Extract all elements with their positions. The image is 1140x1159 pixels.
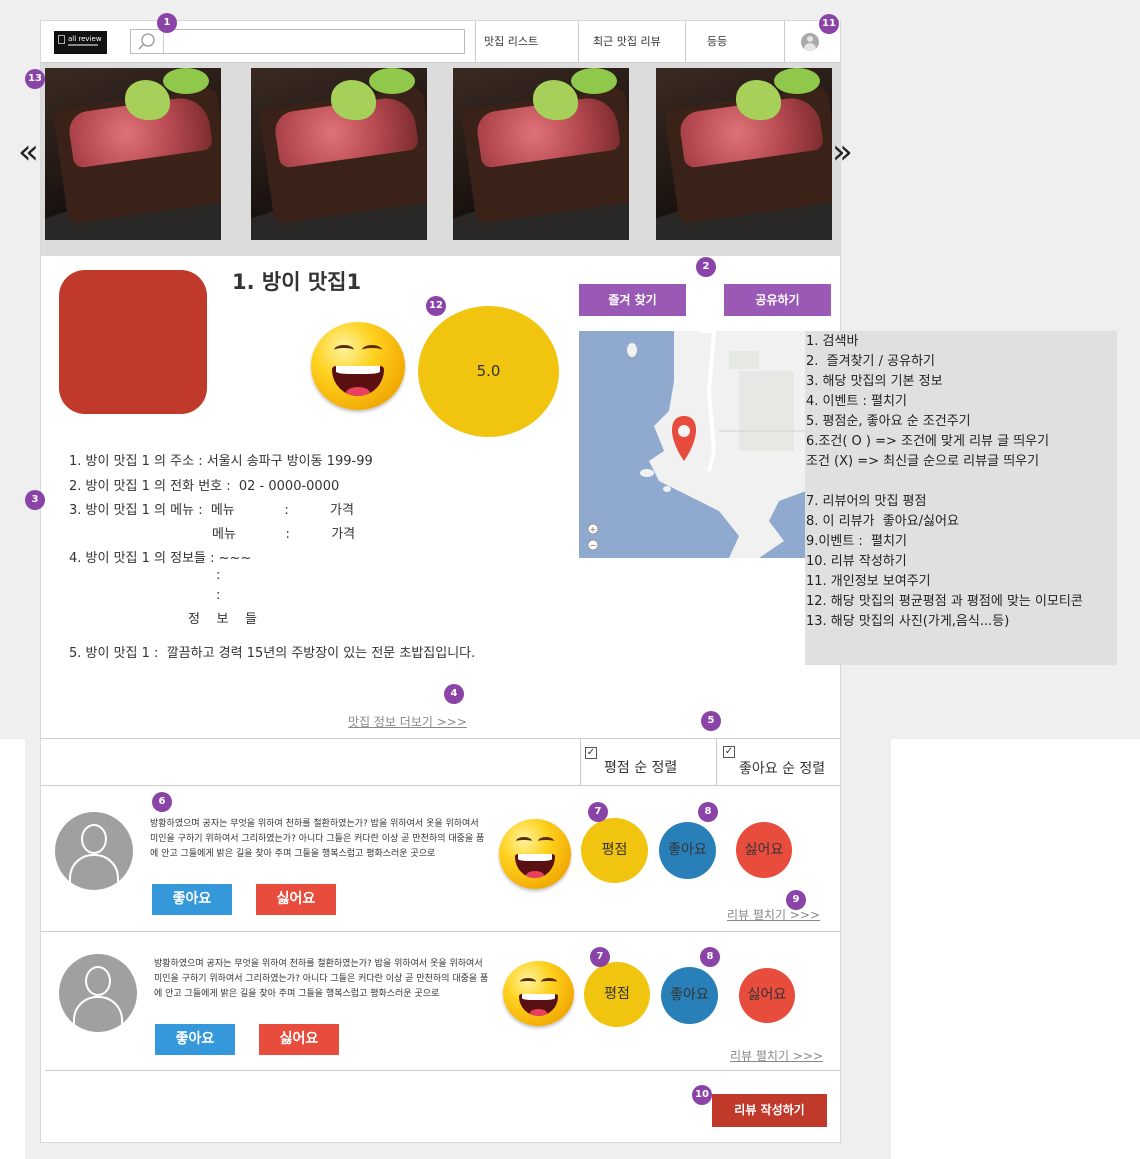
info-details-dots: : bbox=[216, 568, 221, 583]
review-dislike-circle: 싫어요 bbox=[736, 822, 792, 878]
info-description: 5. 방이 맛집 1 : 깔끔하고 경력 15년의 주방장이 있는 전문 초밥집… bbox=[69, 646, 476, 661]
svg-text:+: + bbox=[590, 525, 597, 534]
annotation-badge: 5 bbox=[701, 711, 721, 731]
restaurant-photo[interactable] bbox=[45, 68, 221, 240]
annotation-badge: 6 bbox=[152, 792, 172, 812]
sort-bar-bottom-divider bbox=[41, 785, 840, 786]
info-menu: 3. 방이 맛집 1 의 메뉴 : 메뉴 : 가격 bbox=[69, 503, 354, 518]
review-divider bbox=[45, 1070, 840, 1071]
svg-text:−: − bbox=[590, 541, 597, 550]
reviewer-avatar bbox=[59, 954, 137, 1032]
review-expand-link[interactable]: 리뷰 펼치기 >>> bbox=[727, 906, 820, 923]
nav-etc[interactable]: 등등 bbox=[685, 21, 784, 62]
review-expand-link[interactable]: 리뷰 펼치기 >>> bbox=[730, 1047, 823, 1064]
note-line: 10. 리뷰 작성하기 bbox=[806, 554, 907, 569]
average-score-circle: 5.0 bbox=[418, 306, 559, 437]
note-line: 13. 해당 맛집의 사진(가게,음식...등) bbox=[806, 614, 1010, 629]
annotation-badge: 3 bbox=[25, 490, 45, 510]
info-menu-row: 메뉴 : 가격 bbox=[212, 527, 356, 542]
annotation-badge: 2 bbox=[696, 257, 716, 277]
note-line: 2. 즐겨찾기 / 공유하기 bbox=[806, 354, 935, 369]
search-icon[interactable] bbox=[131, 30, 164, 53]
review-rating-circle: 평점 bbox=[581, 818, 648, 883]
gallery-prev-arrow-icon[interactable]: « bbox=[18, 132, 39, 172]
sort-divider bbox=[716, 739, 717, 785]
review-text: 방황하였으며 공자는 무엇을 위하여 천하를 철환하였는가? 밥을 위하여서 옷… bbox=[154, 959, 489, 999]
review-like-circle: 좋아요 bbox=[659, 822, 716, 879]
annotation-badge: 8 bbox=[698, 802, 718, 822]
sort-rating-checkbox[interactable]: ✓ bbox=[585, 747, 597, 759]
note-line: 7. 리뷰어의 맛집 평점 bbox=[806, 494, 927, 509]
annotation-badge: 1 bbox=[157, 13, 177, 33]
sort-likes-label[interactable]: 좋아요 순 정렬 bbox=[739, 758, 825, 778]
annotation-badge: 7 bbox=[588, 802, 608, 822]
review-rating-circle: 평점 bbox=[584, 962, 650, 1027]
review-dislike-circle: 싫어요 bbox=[739, 968, 795, 1023]
info-phone: 2. 방이 맛집 1 의 전화 번호 : 02 - 0000-0000 bbox=[69, 479, 340, 494]
info-details: 4. 방이 맛집 1 의 정보들 : ~~~ bbox=[69, 551, 252, 566]
sort-rating-label[interactable]: 평점 순 정렬 bbox=[604, 757, 677, 777]
smiley-icon bbox=[499, 819, 571, 889]
share-button[interactable]: 공유하기 bbox=[724, 284, 831, 316]
annotation-badge: 13 bbox=[25, 69, 45, 89]
note-line: 1. 검색바 bbox=[806, 334, 859, 349]
logo-subline bbox=[68, 44, 98, 46]
nav-restaurant-list[interactable]: 맛집 리스트 bbox=[475, 21, 578, 62]
note-line: 5. 평점순, 좋아요 순 조건주기 bbox=[806, 414, 971, 429]
sort-divider bbox=[580, 739, 581, 785]
restaurant-photo[interactable] bbox=[453, 68, 629, 240]
smiley-icon bbox=[311, 322, 405, 410]
note-line: 8. 이 리뷰가 좋아요/싫어요 bbox=[806, 514, 959, 529]
annotation-badge: 11 bbox=[819, 14, 839, 34]
annotation-badge: 7 bbox=[590, 947, 610, 967]
reviewer-avatar bbox=[55, 812, 133, 890]
annotation-badge: 12 bbox=[426, 296, 446, 316]
more-info-link[interactable]: 맛집 정보 더보기 >>> bbox=[348, 713, 467, 730]
review-text: 방황하였으며 공자는 무엇을 위하여 천하를 철환하였는가? 밥을 위하여서 옷… bbox=[150, 819, 485, 859]
logo-mark-icon bbox=[58, 35, 65, 44]
restaurant-photo[interactable] bbox=[251, 68, 427, 240]
note-line: 조건 (X) => 최신글 순으로 리뷰글 띄우기 bbox=[806, 454, 1040, 469]
restaurant-title: 1. 방이 맛집1 bbox=[232, 270, 362, 294]
review-divider bbox=[41, 931, 840, 932]
annotation-badge: 8 bbox=[700, 947, 720, 967]
smiley-icon bbox=[503, 961, 574, 1026]
review-dislike-button[interactable]: 싫어요 bbox=[256, 884, 336, 915]
favorite-button[interactable]: 즐겨 찾기 bbox=[579, 284, 686, 316]
restaurant-thumbnail bbox=[59, 270, 207, 414]
note-line: 3. 해당 맛집의 기본 정보 bbox=[806, 374, 943, 389]
review-like-button[interactable]: 좋아요 bbox=[155, 1024, 235, 1055]
info-details-dots: : bbox=[216, 588, 221, 603]
annotation-badge: 10 bbox=[692, 1085, 712, 1105]
info-details-label: 정 보 들 bbox=[188, 612, 257, 627]
search-bar bbox=[130, 29, 465, 54]
annotation-badge: 4 bbox=[444, 684, 464, 704]
annotation-notes: 1. 검색바 2. 즐겨찾기 / 공유하기 3. 해당 맛집의 기본 정보 4.… bbox=[805, 331, 1117, 665]
write-review-button[interactable]: 리뷰 작성하기 bbox=[712, 1094, 827, 1127]
note-line: 9.이벤트 : 펼치기 bbox=[806, 534, 907, 549]
gallery-next-arrow-icon[interactable]: » bbox=[832, 132, 853, 172]
note-line: 12. 해당 맛집의 평균평점 과 평점에 맞는 이모티콘 bbox=[806, 594, 1083, 609]
restaurant-photo[interactable] bbox=[656, 68, 832, 240]
user-icon bbox=[801, 33, 819, 51]
sort-likes-checkbox[interactable]: ✓ bbox=[723, 746, 735, 758]
logo-text: all review bbox=[68, 35, 102, 43]
logo[interactable]: all review bbox=[54, 31, 107, 54]
nav-recent-reviews[interactable]: 최근 맛집 리뷰 bbox=[578, 21, 685, 62]
search-input[interactable] bbox=[165, 30, 463, 53]
note-line: 11. 개인정보 보여주기 bbox=[806, 574, 931, 589]
review-like-circle: 좋아요 bbox=[661, 967, 718, 1024]
note-line: 4. 이벤트 : 펼치기 bbox=[806, 394, 907, 409]
sort-bar-top-divider bbox=[41, 738, 840, 739]
note-line bbox=[806, 472, 1117, 492]
location-map[interactable]: + − bbox=[579, 331, 806, 558]
review-like-button[interactable]: 좋아요 bbox=[152, 884, 232, 915]
annotation-badge: 9 bbox=[786, 890, 806, 910]
info-address: 1. 방이 맛집 1 의 주소 : 서울시 송파구 방이동 199-99 bbox=[69, 454, 373, 469]
review-dislike-button[interactable]: 싫어요 bbox=[259, 1024, 339, 1055]
note-line: 6.조건( O ) => 조건에 맞게 리뷰 글 띄우기 bbox=[806, 434, 1050, 449]
